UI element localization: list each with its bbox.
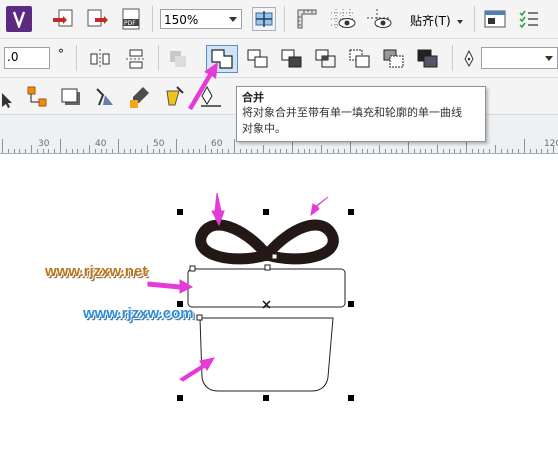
ruler-tick (263, 145, 264, 153)
ruler-tick (60, 139, 61, 153)
ruler-tick (553, 145, 554, 153)
separator (76, 45, 77, 71)
gift-box-body (199, 317, 334, 392)
trim-icon[interactable] (312, 46, 340, 72)
ruler-tick-label: 30 (38, 139, 50, 149)
watermark-text: www.rjzxw.com (83, 305, 194, 322)
drawing-artwork (147, 192, 354, 401)
connector-tool-icon[interactable] (24, 84, 52, 110)
front-minus-back-icon[interactable] (414, 46, 442, 72)
nudge-value-field[interactable]: .0 (4, 47, 50, 69)
ruler-tick (31, 145, 32, 153)
separator (158, 45, 159, 71)
snap-to-label: 贴齐(T) (410, 14, 451, 28)
app-logo-icon[interactable] (6, 6, 32, 32)
import-icon[interactable] (50, 6, 76, 32)
arrow-pointer-lid (147, 279, 194, 294)
mirror-horizontal-icon[interactable] (86, 46, 114, 72)
ruler-tick (147, 145, 148, 153)
ruler-tick-label: 120 (544, 139, 558, 149)
combine-tooltip: 合并 将对象合并至带有单一填充和轮廓的单一曲线 对象中。 (236, 86, 486, 142)
outline-tool-icon[interactable] (196, 84, 226, 110)
tooltip-description-line2: 对象中。 (242, 122, 286, 135)
export-icon[interactable] (84, 6, 110, 32)
ruler-tick (89, 145, 90, 153)
welcome-screen-icon[interactable] (482, 6, 508, 32)
degree-symbol: ° (58, 47, 64, 61)
separator (152, 6, 153, 32)
watermark-text: www.rjzxw.net (45, 263, 148, 280)
nudge-value-text: .0 (7, 50, 19, 64)
ruler-tick (321, 145, 322, 153)
property-bar: .0 ° (0, 39, 558, 78)
gift-bow (195, 219, 339, 265)
snap-to-dropdown[interactable]: 贴齐(T) (410, 12, 463, 29)
tooltip-title: 合并 (242, 91, 264, 104)
separator (452, 45, 453, 71)
options-checklist-icon[interactable] (516, 6, 542, 32)
rulers-icon[interactable] (294, 6, 320, 32)
ruler-tick-label: 50 (153, 139, 165, 149)
tooltip-description-line1: 将对象合并至带有单一填充和轮廓的单一曲线 (242, 106, 462, 119)
ruler-tick-label: 40 (95, 139, 107, 149)
gift-lid (187, 268, 346, 308)
combine-button[interactable] (206, 45, 238, 73)
ruler-tick (205, 145, 206, 153)
drop-shadow-tool-icon[interactable] (58, 84, 86, 110)
break-apart-icon[interactable] (244, 46, 272, 72)
ruler-tick (234, 139, 235, 153)
outline-width-field[interactable] (481, 47, 558, 69)
grid-visibility-icon[interactable] (328, 6, 358, 32)
intersect-icon[interactable] (346, 46, 374, 72)
ruler-tick (524, 139, 525, 153)
zoom-level-value: 150% (164, 13, 199, 27)
simplify-icon[interactable] (380, 46, 408, 72)
zoom-to-page-icon[interactable] (252, 7, 276, 31)
group-icon[interactable] (164, 46, 192, 72)
shape-tool-icon[interactable] (0, 84, 16, 110)
weld-icon[interactable] (278, 46, 306, 72)
ruler-tick-label: 60 (211, 139, 223, 149)
guidelines-visibility-icon[interactable] (364, 6, 394, 32)
svg-text:PDF: PDF (124, 20, 136, 27)
separator (474, 6, 475, 32)
ruler-tick (2, 139, 3, 153)
drawing-canvas[interactable]: www.rjzxw.net www.rjzxw.com (0, 153, 558, 451)
publish-pdf-icon[interactable]: PDF (118, 6, 144, 32)
interactive-fill-tool-icon[interactable] (126, 84, 154, 110)
outline-pen-icon[interactable] (460, 48, 478, 70)
chevron-down-icon (545, 56, 553, 61)
eyedropper-tool-icon[interactable] (92, 84, 120, 110)
mirror-vertical-icon[interactable] (122, 46, 150, 72)
arrow-pointer-bow-right (310, 196, 329, 217)
ruler-tick (176, 139, 177, 153)
separator (284, 6, 285, 32)
smart-fill-tool-icon[interactable] (160, 84, 188, 110)
chevron-down-icon (456, 19, 463, 24)
ruler-tick (437, 145, 438, 153)
chevron-down-icon (229, 17, 237, 22)
ruler-tick (118, 139, 119, 153)
standard-toolbar: PDF 150% 贴齐(T) (0, 0, 558, 39)
zoom-level-select[interactable]: 150% (160, 9, 242, 29)
ruler-tick (495, 145, 496, 153)
ruler-tick (379, 145, 380, 153)
